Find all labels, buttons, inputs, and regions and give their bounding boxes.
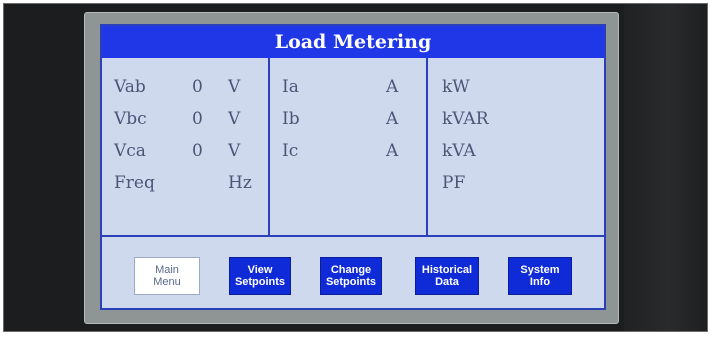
- historical-data-button[interactable]: Historical Data: [415, 257, 479, 295]
- voltage-row: Vab 0 V: [102, 75, 268, 99]
- power-label: kVA: [442, 141, 476, 161]
- current-unit: A: [386, 109, 399, 129]
- power-panel: kW kVAR kVA PF: [428, 58, 604, 235]
- power-label: kVAR: [442, 109, 489, 129]
- voltage-value: 0: [192, 141, 203, 161]
- power-row: kVA: [428, 139, 604, 163]
- current-unit: A: [386, 141, 399, 161]
- hmi-screen: Load Metering Vab 0 V Vbc 0 V Vca 0 V Fr…: [100, 24, 606, 310]
- system-info-button[interactable]: System Info: [508, 257, 572, 295]
- voltage-unit: V: [228, 77, 241, 97]
- change-setpoints-button[interactable]: Change Setpoints: [320, 257, 382, 295]
- current-unit: A: [386, 77, 399, 97]
- current-row: Ic A: [270, 139, 426, 163]
- power-row: kVAR: [428, 107, 604, 131]
- nav-button-bar: Main Menu View Setpoints Change Setpoint…: [102, 237, 604, 308]
- voltage-value: 0: [192, 77, 203, 97]
- voltage-unit: V: [228, 109, 241, 129]
- screen-title: Load Metering: [102, 26, 604, 58]
- voltage-row: Vca 0 V: [102, 139, 268, 163]
- voltage-label: Vca: [114, 141, 146, 161]
- power-factor-row: PF: [428, 171, 604, 195]
- power-label: kW: [442, 77, 470, 97]
- frequency-row: Freq Hz: [102, 171, 268, 195]
- voltage-unit: V: [228, 141, 241, 161]
- current-row: Ib A: [270, 107, 426, 131]
- voltage-panel: Vab 0 V Vbc 0 V Vca 0 V Freq Hz: [102, 58, 270, 235]
- voltage-label: Vab: [114, 77, 146, 97]
- lighting-glare: [624, 4, 707, 331]
- power-factor-label: PF: [442, 173, 466, 193]
- current-label: Ia: [282, 77, 299, 97]
- frequency-label: Freq: [114, 173, 155, 193]
- current-label: Ic: [282, 141, 299, 161]
- current-label: Ib: [282, 109, 300, 129]
- view-setpoints-button[interactable]: View Setpoints: [229, 257, 291, 295]
- current-row: Ia A: [270, 75, 426, 99]
- current-panel: Ia A Ib A Ic A: [270, 58, 428, 235]
- main-menu-button[interactable]: Main Menu: [134, 257, 200, 295]
- voltage-row: Vbc 0 V: [102, 107, 268, 131]
- frequency-unit: Hz: [228, 173, 252, 193]
- voltage-label: Vbc: [114, 109, 147, 129]
- voltage-value: 0: [192, 109, 203, 129]
- power-row: kW: [428, 75, 604, 99]
